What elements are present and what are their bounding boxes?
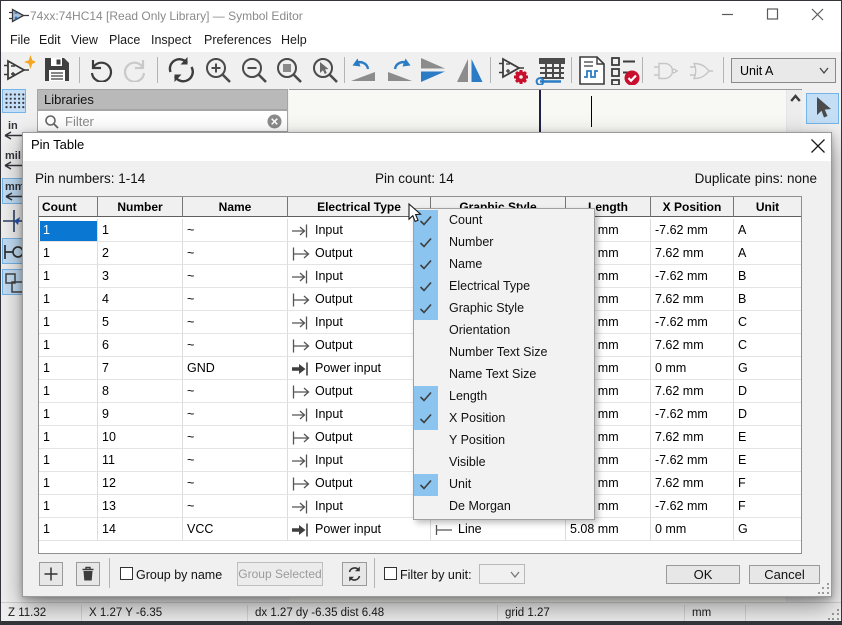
svg-text:in: in (8, 120, 18, 132)
svg-text:mil: mil (5, 150, 21, 162)
